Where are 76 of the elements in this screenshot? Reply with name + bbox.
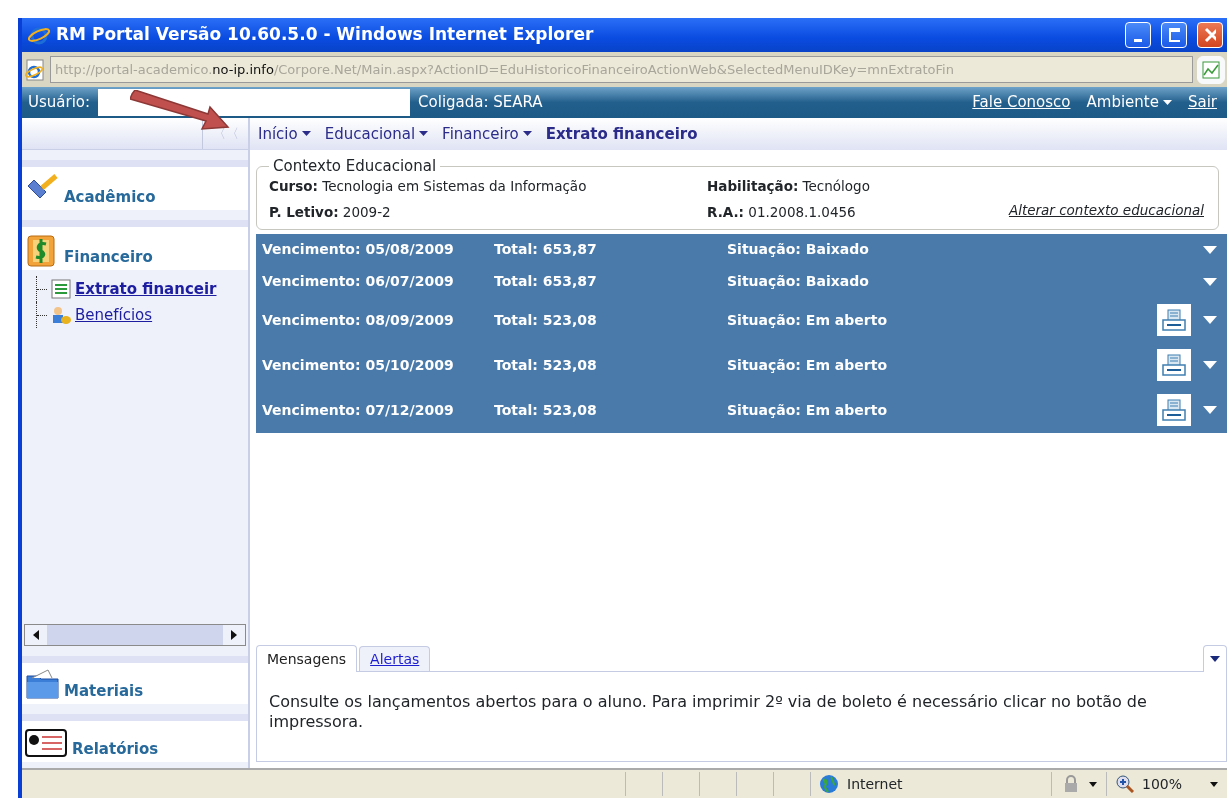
caret-icon <box>1210 781 1218 787</box>
maximize-button[interactable] <box>1161 22 1187 48</box>
change-context-link[interactable]: Alterar contexto educacional <box>1008 200 1204 221</box>
globe-icon <box>819 774 839 794</box>
print-button[interactable] <box>1157 304 1191 336</box>
total-amount: Total: 653,87 <box>494 240 598 259</box>
context-field: R.A.: 01.2008.1.0456 <box>707 202 856 223</box>
context-field: Curso: Tecnologia em Sistemas da Informação <box>269 176 587 197</box>
section-header[interactable]: Materiais <box>22 656 248 704</box>
context-field: P. Letivo: 2009-2 <box>269 202 391 223</box>
minimize-icon <box>1134 38 1142 42</box>
message-tab[interactable]: Alertas <box>359 646 431 671</box>
tree-link[interactable]: Benefícios <box>75 303 153 327</box>
page-title: Extrato financeiro <box>545 123 698 145</box>
status-text: Situação: Baixado <box>727 272 870 291</box>
caret-icon <box>1203 361 1217 369</box>
scroll-right-icon <box>231 629 237 640</box>
spreadsheet-icon <box>51 279 71 299</box>
close-button[interactable] <box>1197 22 1223 48</box>
print-button[interactable] <box>1157 394 1191 426</box>
header-link[interactable]: Fale Conosco <box>972 91 1071 114</box>
total-amount: Total: 523,08 <box>494 310 598 330</box>
status-text: Situação: Em aberto <box>727 400 889 420</box>
zoom-icon <box>1116 775 1134 793</box>
caret-icon <box>419 131 429 137</box>
caret-icon <box>1203 245 1217 254</box>
user-label: Usuário: <box>28 92 91 114</box>
company-label: Coligada: SEARA <box>418 92 544 114</box>
caret-icon <box>1203 316 1217 324</box>
message-text: Consulte os lançamentos abertos para o aluno. Para imprimir 2º via de boleto é necessário clicar no botão de impressora. <box>256 672 1227 762</box>
person-coins-icon <box>51 305 71 325</box>
printer-icon <box>1162 354 1186 376</box>
status-text: Situação: Em aberto <box>727 310 889 330</box>
caret-icon <box>1203 406 1217 414</box>
scroll-left-icon <box>33 629 39 640</box>
address-field[interactable]: http://portal-academico.no-ip.info/Corpore.Net/Main.aspx?ActionID=EduHistoricoFinanceiroActionWeb&SelectedMenuIDKey=mnExtratoFin <box>50 56 1193 83</box>
due-date: Vencimento: 05/08/2009 <box>262 240 455 259</box>
caret-icon <box>1203 277 1217 286</box>
printer-icon <box>1162 399 1186 421</box>
close-icon <box>1204 27 1216 43</box>
section-header[interactable]: Acadêmico <box>22 160 248 210</box>
zoom-button[interactable]: 100% <box>1107 772 1227 796</box>
breadcrumb-menu[interactable]: Início <box>258 122 311 146</box>
section-header[interactable]: Relatórios <box>22 714 248 762</box>
status-text: Situação: Baixado <box>727 240 870 259</box>
caret-icon <box>1162 99 1172 106</box>
go-button[interactable] <box>1197 55 1225 84</box>
environment-menu[interactable]: Ambiente <box>1086 91 1172 114</box>
message-tab[interactable]: Mensagens <box>256 645 358 672</box>
caret-icon <box>522 131 532 137</box>
print-button[interactable] <box>1157 349 1191 381</box>
status-text: Situação: Em aberto <box>727 355 889 375</box>
section-header[interactable]: Financeiro <box>22 220 248 270</box>
panel-menu-button[interactable] <box>1203 645 1227 672</box>
due-date: Vencimento: 08/09/2009 <box>262 310 455 330</box>
total-amount: Total: 653,87 <box>494 272 598 291</box>
breadcrumb-menu[interactable]: Educacional <box>324 122 429 146</box>
context-field: Habilitação: Tecnólogo <box>707 176 870 197</box>
header-link[interactable]: Sair <box>1187 91 1217 114</box>
minimize-button[interactable] <box>1125 22 1151 48</box>
due-date: Vencimento: 07/12/2009 <box>262 400 455 420</box>
total-amount: Total: 523,08 <box>494 355 598 375</box>
caret-icon <box>301 131 311 137</box>
breadcrumb-menu[interactable]: Financeiro <box>442 122 532 146</box>
total-amount: Total: 523,08 <box>494 400 598 420</box>
due-date: Vencimento: 06/07/2009 <box>262 272 455 291</box>
caret-icon <box>1089 781 1097 787</box>
tree-link[interactable]: Extrato financeir <box>75 277 217 301</box>
horizontal-scrollbar[interactable] <box>24 624 246 646</box>
window-title: RM Portal Versão 10.60.5.0 - Windows Internet Explorer <box>56 23 595 47</box>
caret-icon <box>1210 656 1220 662</box>
page-icon <box>24 58 46 81</box>
security-zone: Internet <box>811 773 1051 795</box>
due-date: Vencimento: 05/10/2009 <box>262 355 455 375</box>
printer-icon <box>1162 309 1186 331</box>
maximize-icon <box>1168 27 1180 43</box>
